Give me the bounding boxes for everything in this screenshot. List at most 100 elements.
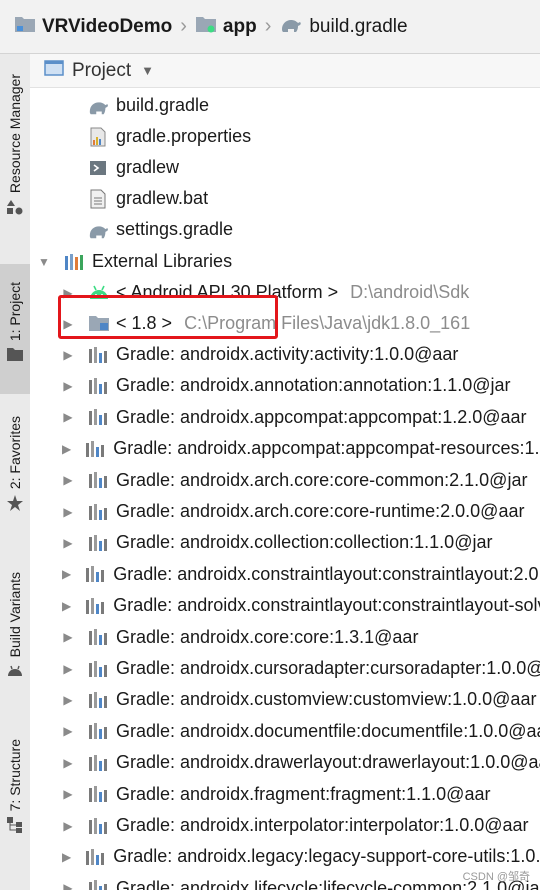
- library-label: Gradle: androidx.core:core:1.3.1@aar: [116, 626, 419, 647]
- tree-node-external-libraries[interactable]: ▼ External Libraries: [38, 246, 540, 277]
- project-folder-icon: [14, 15, 36, 39]
- gradle-library-icon: [88, 470, 110, 490]
- tree-node-library[interactable]: ▶ Gradle: androidx.fragment:fragment:1.1.…: [62, 779, 540, 810]
- tree-node-library[interactable]: ▶ Gradle: androidx.annotation:annotation:…: [62, 370, 540, 401]
- structure-icon: [7, 817, 23, 838]
- library-label: Gradle: androidx.appcompat:appcompat:1.2…: [116, 406, 527, 427]
- collapsed-arrow-icon[interactable]: ▶: [62, 881, 74, 890]
- project-panel: Project ▼ build.gradle gradle.properties…: [30, 54, 540, 890]
- collapsed-arrow-icon[interactable]: ▶: [62, 379, 74, 393]
- collapsed-arrow-icon[interactable]: ▶: [62, 599, 71, 613]
- tree-node-library[interactable]: ▶ Gradle: androidx.drawerlayout:drawerlay…: [62, 747, 540, 778]
- collapsed-arrow-icon[interactable]: ▶: [62, 756, 74, 770]
- collapsed-arrow-icon[interactable]: ▶: [62, 348, 74, 362]
- library-label: Gradle: androidx.interpolator:interpolat…: [116, 815, 529, 835]
- tree-node-library[interactable]: ▶ Gradle: androidx.documentfile:documentf…: [62, 716, 540, 747]
- project-tab[interactable]: 1: Project: [0, 264, 30, 394]
- collapsed-arrow-icon[interactable]: ▶: [62, 442, 71, 456]
- library-label: Gradle: androidx.activity:activity:1.0.0…: [116, 344, 459, 364]
- library-icon: [64, 252, 86, 272]
- library-label: Gradle: androidx.arch.core:core-common:2…: [116, 469, 528, 490]
- tree-node-library[interactable]: ▶ Gradle: androidx.interpolator:interpola…: [62, 810, 540, 841]
- tree-file-gradlew-bat[interactable]: gradlew.bat: [88, 183, 540, 214]
- gradle-library-icon: [88, 690, 110, 710]
- resource-manager-icon: [7, 199, 23, 220]
- library-label: Gradle: androidx.arch.core:core-runtime:…: [116, 501, 525, 521]
- tree-node-library[interactable]: ▶ Gradle: androidx.appcompat:appcompat:1.…: [62, 402, 540, 433]
- breadcrumb-file[interactable]: build.gradle: [279, 15, 408, 39]
- gradle-library-icon: [88, 659, 110, 679]
- external-libraries-highlight: [58, 295, 278, 339]
- tree-file-gradle-properties[interactable]: gradle.properties: [88, 121, 540, 152]
- gradle-library-icon: [85, 564, 107, 584]
- collapsed-arrow-icon[interactable]: ▶: [62, 693, 74, 707]
- library-label: Gradle: androidx.cursoradapter:cursorada…: [116, 658, 540, 678]
- gradle-library-icon: [88, 345, 110, 365]
- collapsed-arrow-icon[interactable]: ▶: [62, 662, 74, 676]
- gradle-library-icon: [88, 627, 110, 647]
- tree-node-library[interactable]: ▶ Gradle: androidx.collection:collection:…: [62, 527, 540, 558]
- library-label: Gradle: androidx.drawerlayout:drawerlayo…: [116, 752, 540, 773]
- library-label: Gradle: androidx.documentfile:documentfi…: [116, 720, 540, 741]
- tree-node-library[interactable]: ▶ Gradle: androidx.customview:customview:…: [62, 684, 540, 715]
- breadcrumb-separator: ›: [264, 15, 272, 37]
- collapsed-arrow-icon[interactable]: ▶: [62, 787, 74, 801]
- library-label: Gradle: androidx.fragment:fragment:1.1.0…: [116, 783, 491, 804]
- breadcrumb-project[interactable]: VRVideoDemo: [14, 15, 172, 39]
- tree-node-library[interactable]: ▶ Gradle: androidx.arch.core:core-runtime…: [62, 496, 540, 527]
- collapsed-arrow-icon[interactable]: ▶: [62, 724, 74, 738]
- tree-node-library[interactable]: ▶ Gradle: androidx.appcompat:appcompat-re…: [62, 433, 540, 464]
- gradle-library-icon: [88, 878, 110, 890]
- gradle-library-icon: [88, 407, 110, 427]
- tree-file-gradlew[interactable]: gradlew: [88, 152, 540, 183]
- collapsed-arrow-icon[interactable]: ▶: [62, 410, 74, 424]
- collapsed-arrow-icon[interactable]: ▶: [62, 850, 71, 864]
- text-file-icon: [88, 189, 110, 209]
- tree-node-library[interactable]: ▶ Gradle: androidx.cursoradapter:cursorad…: [62, 653, 540, 684]
- build-variants-tab[interactable]: Build Variants: [0, 572, 30, 682]
- library-label: Gradle: androidx.appcompat:appcompat-res…: [113, 438, 540, 459]
- project-view-icon: [44, 59, 64, 82]
- gradle-library-icon: [88, 753, 110, 773]
- android-icon: [7, 663, 23, 682]
- collapsed-arrow-icon[interactable]: ▶: [62, 473, 74, 487]
- tree-file-settings-gradle[interactable]: settings.gradle: [88, 214, 540, 245]
- tree-node-library[interactable]: ▶ Gradle: androidx.core:core:1.3.1@aar: [62, 622, 540, 653]
- favorites-tab[interactable]: 2: Favorites: [0, 416, 30, 516]
- library-label: Gradle: androidx.customview:customview:1…: [116, 689, 537, 710]
- expanded-arrow-icon[interactable]: ▼: [38, 255, 50, 269]
- dropdown-arrow-icon: ▼: [141, 63, 155, 78]
- library-label: Gradle: androidx.constraintlayout:constr…: [113, 563, 540, 584]
- watermark: CSDN @邹奇: [462, 871, 530, 883]
- resource-manager-tab[interactable]: Resource Manager: [0, 74, 30, 220]
- navigation-bar: VRVideoDemo › app › build.gradle: [0, 0, 540, 54]
- structure-tab[interactable]: 7: Structure: [0, 739, 30, 838]
- tool-window-strip: Resource Manager 1: Project 2: Favorites…: [0, 54, 31, 890]
- collapsed-arrow-icon[interactable]: ▶: [62, 536, 74, 550]
- gradle-library-icon: [88, 721, 110, 741]
- tree-node-library[interactable]: ▶ Gradle: androidx.constraintlayout:const…: [62, 590, 540, 621]
- library-label: Gradle: androidx.annotation:annotation:1…: [116, 375, 511, 396]
- gradle-library-icon: [88, 376, 110, 396]
- gradle-icon: [279, 15, 303, 39]
- gradle-library-icon: [85, 596, 107, 616]
- collapsed-arrow-icon[interactable]: ▶: [62, 630, 74, 644]
- tree-node-library[interactable]: ▶ Gradle: androidx.constraintlayout:const…: [62, 559, 540, 590]
- gradle-library-icon: [85, 439, 107, 459]
- project-view-selector[interactable]: Project ▼: [30, 54, 540, 88]
- module-folder-icon: [195, 15, 217, 39]
- folder-icon: [7, 347, 23, 366]
- properties-icon: [88, 127, 110, 147]
- collapsed-arrow-icon[interactable]: ▶: [62, 505, 74, 519]
- tree-file-build-gradle[interactable]: build.gradle: [88, 90, 540, 121]
- collapsed-arrow-icon[interactable]: ▶: [62, 567, 71, 581]
- gradle-icon: [88, 220, 110, 240]
- shell-script-icon: [88, 158, 110, 178]
- gradle-icon: [88, 96, 110, 116]
- breadcrumb-module[interactable]: app: [195, 15, 257, 39]
- tree-node-library[interactable]: ▶ Gradle: androidx.arch.core:core-common:…: [62, 465, 540, 496]
- tree-node-library[interactable]: ▶ Gradle: androidx.activity:activity:1.0.…: [62, 339, 540, 370]
- gradle-library-icon: [85, 847, 107, 867]
- collapsed-arrow-icon[interactable]: ▶: [62, 819, 74, 833]
- library-label: Gradle: androidx.constraintlayout:constr…: [113, 595, 540, 616]
